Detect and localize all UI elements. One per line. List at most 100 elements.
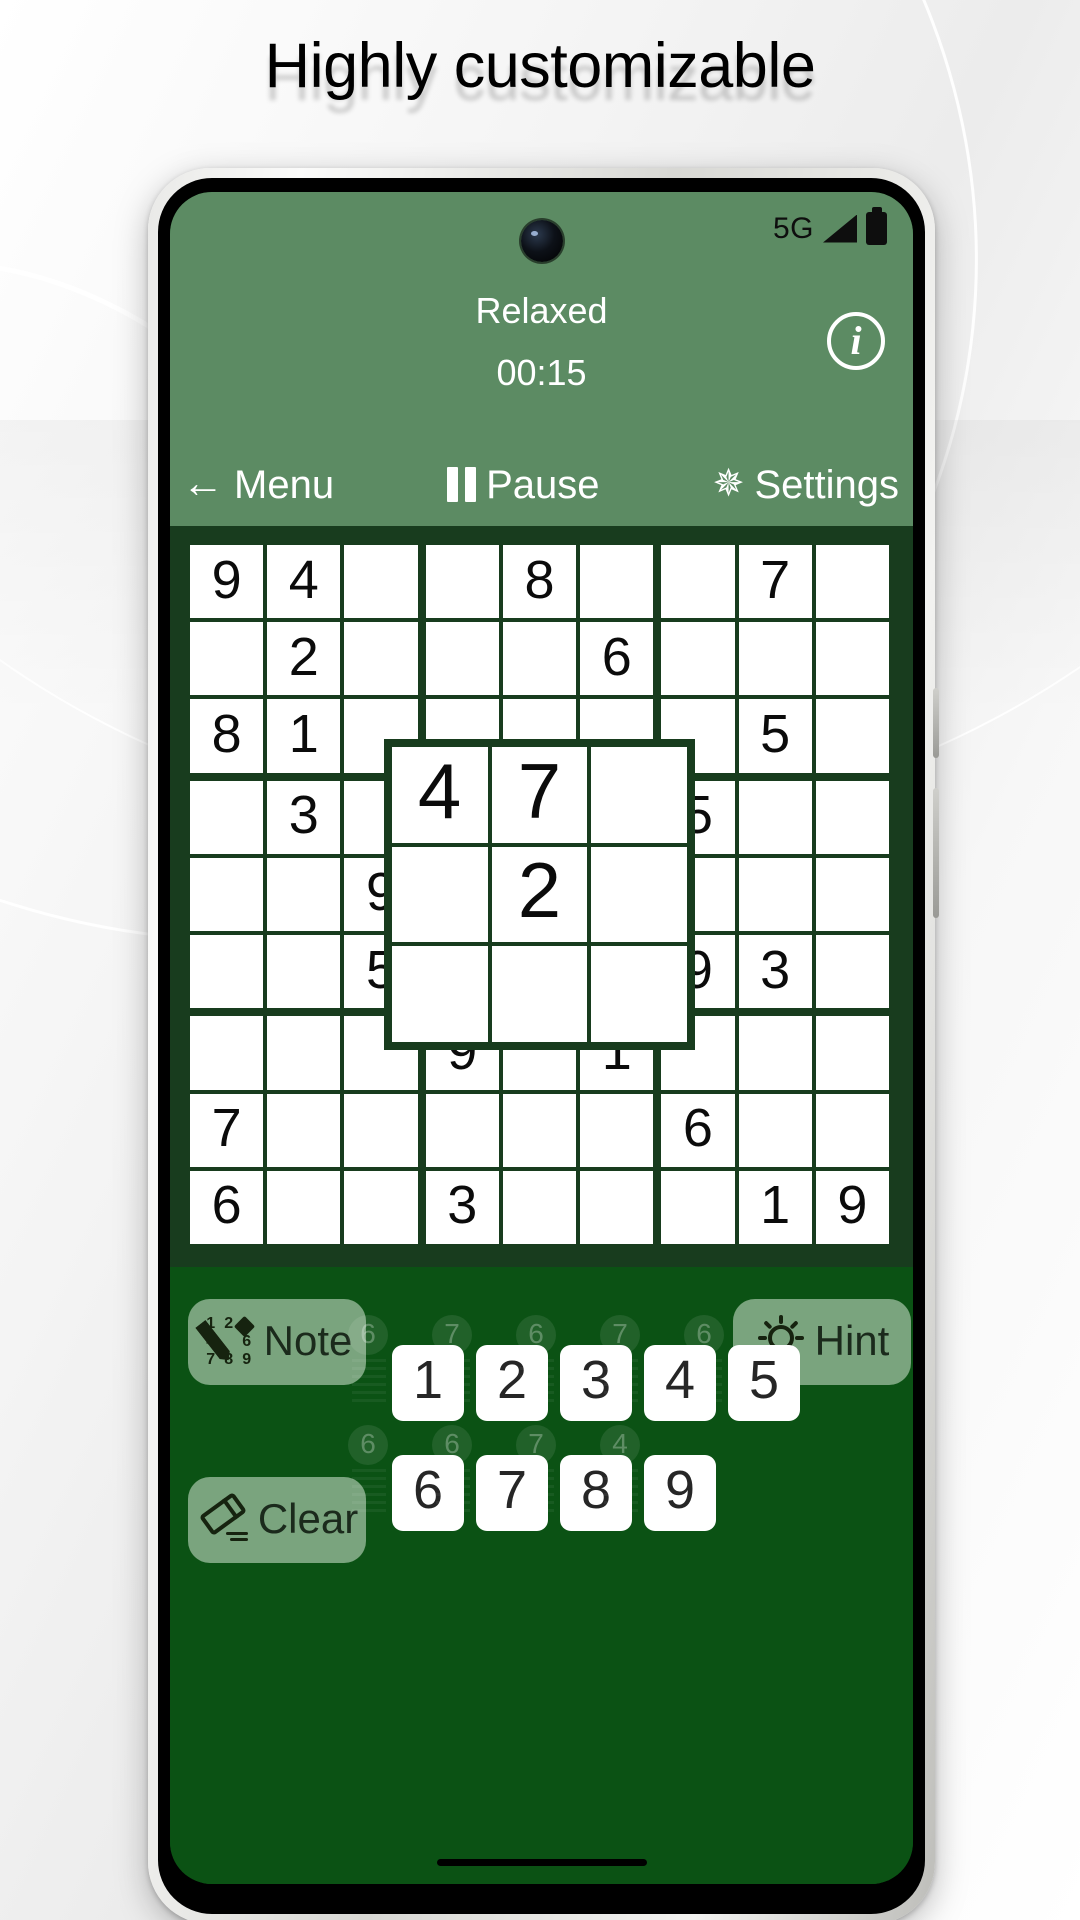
sudoku-board-container: 472 94872681534759259391766319	[170, 526, 913, 1267]
sudoku-cell[interactable]	[580, 1170, 654, 1244]
sudoku-cell[interactable]	[190, 1016, 264, 1090]
sudoku-cell[interactable]	[267, 935, 341, 1009]
sudoku-cell[interactable]	[738, 622, 812, 696]
sudoku-cell[interactable]: 1	[267, 699, 341, 773]
numpad-remaining-count: 6	[348, 1315, 388, 1355]
menu-button[interactable]: ← Menu	[182, 462, 334, 506]
sudoku-cell[interactable]	[190, 857, 264, 932]
sudoku-cell[interactable]	[425, 1093, 499, 1167]
sudoku-cell[interactable]	[267, 1016, 341, 1090]
sudoku-cell[interactable]	[815, 699, 889, 773]
sudoku-cell[interactable]: 3	[267, 780, 341, 854]
sudoku-cell[interactable]	[391, 846, 488, 943]
numpad-key-9[interactable]: 9	[644, 1455, 716, 1531]
sudoku-cell[interactable]	[815, 622, 889, 696]
battery-icon	[866, 207, 887, 245]
sudoku-cell[interactable]	[580, 545, 654, 619]
numpad-tick-marks	[352, 1469, 386, 1513]
sudoku-cell[interactable]: 7	[491, 746, 588, 843]
sudoku-cell[interactable]	[344, 1093, 418, 1167]
sudoku-cell-value: 4	[417, 746, 462, 835]
sudoku-cell[interactable]: 9	[815, 1170, 889, 1244]
sudoku-cell[interactable]	[738, 857, 812, 932]
numpad-remaining-count-value: 6	[360, 1428, 376, 1459]
settings-button[interactable]: ✵ Settings	[713, 465, 899, 505]
sudoku-cell[interactable]	[190, 780, 264, 854]
sudoku-cell[interactable]	[502, 622, 577, 696]
sudoku-cell[interactable]	[661, 545, 735, 619]
sudoku-cell[interactable]	[425, 622, 499, 696]
home-indicator	[436, 1859, 647, 1866]
front-camera-icon	[520, 220, 563, 262]
sudoku-cell[interactable]	[344, 622, 418, 696]
sudoku-cell[interactable]: 9	[190, 545, 264, 619]
sudoku-cell[interactable]	[591, 946, 688, 1043]
sudoku-cell[interactable]	[267, 1170, 341, 1244]
sudoku-cell[interactable]: 2	[267, 622, 341, 696]
numpad-remaining-count-value: 6	[360, 1318, 376, 1349]
sudoku-cell[interactable]	[815, 935, 889, 1009]
sudoku-cell[interactable]	[491, 946, 588, 1043]
sudoku-zoomed-block[interactable]: 47 2	[387, 742, 692, 1047]
sudoku-board[interactable]: 472 94872681534759259391766319	[170, 529, 913, 1263]
numpad-tick-marks	[352, 1359, 386, 1403]
sudoku-cell[interactable]	[815, 780, 889, 854]
sudoku-cell[interactable]: 6	[661, 1093, 735, 1167]
sudoku-cell[interactable]	[661, 622, 735, 696]
sudoku-cell[interactable]	[738, 780, 812, 854]
sudoku-cell[interactable]: 3	[738, 935, 812, 1009]
gear-icon: ✵	[712, 463, 745, 505]
sudoku-cell[interactable]	[344, 1170, 418, 1244]
clear-button[interactable]: Clear	[188, 1477, 366, 1563]
sudoku-cell[interactable]	[344, 545, 418, 619]
sudoku-cell[interactable]	[815, 1016, 889, 1090]
pause-button[interactable]: Pause	[447, 463, 600, 507]
sudoku-cell[interactable]: 3	[425, 1170, 499, 1244]
sudoku-cell[interactable]	[815, 1093, 889, 1167]
sudoku-cell[interactable]: 4	[391, 746, 488, 843]
sudoku-cell-value: 3	[760, 939, 791, 1000]
pause-button-label: Pause	[486, 463, 600, 507]
game-header: 5G Relaxed 00:15 i ← Menu Pause ✵ Settin…	[170, 192, 913, 526]
sudoku-cell[interactable]	[425, 545, 499, 619]
sudoku-cell[interactable]: 7	[738, 545, 812, 619]
sudoku-cell[interactable]	[738, 1093, 812, 1167]
sudoku-cell[interactable]: 7	[190, 1093, 264, 1167]
sudoku-cell-value: 4	[288, 549, 319, 610]
sudoku-cell-value: 6	[682, 1098, 713, 1159]
sudoku-cell[interactable]	[738, 1016, 812, 1090]
sudoku-cell[interactable]	[815, 545, 889, 619]
numpad-key-5[interactable]: 5	[728, 1345, 800, 1421]
sudoku-cell[interactable]	[661, 1170, 735, 1244]
sudoku-cell[interactable]: 2	[491, 846, 588, 943]
sudoku-cell[interactable]: 1	[738, 1170, 812, 1244]
sudoku-cell[interactable]: 8	[502, 545, 577, 619]
sudoku-cell-value: 9	[837, 1175, 868, 1236]
sudoku-cell[interactable]	[580, 1093, 654, 1167]
numpad-remaining-count-value: 7	[528, 1428, 544, 1459]
note-button[interactable]: 1246789 Note	[188, 1299, 366, 1385]
sudoku-cell[interactable]	[267, 857, 341, 932]
status-bar: 5G	[773, 207, 887, 245]
sudoku-cell[interactable]	[591, 746, 688, 843]
sudoku-cell[interactable]	[502, 1170, 577, 1244]
sudoku-cell[interactable]	[502, 1093, 577, 1167]
info-button[interactable]: i	[827, 312, 885, 370]
sudoku-cell[interactable]	[391, 946, 488, 1043]
sudoku-cell[interactable]	[190, 622, 264, 696]
sudoku-cell[interactable]	[267, 1093, 341, 1167]
sudoku-cell[interactable]	[591, 846, 688, 943]
sudoku-cell[interactable]: 8	[190, 699, 264, 773]
numpad-remaining-count: 6	[516, 1315, 556, 1355]
game-toolbar: ← Menu Pause ✵ Settings	[170, 452, 913, 518]
sudoku-cell[interactable]	[815, 857, 889, 932]
numpad-tick-marks	[436, 1359, 470, 1403]
sudoku-cell[interactable]: 6	[190, 1170, 264, 1244]
sudoku-cell[interactable]: 5	[738, 699, 812, 773]
numpad-remaining-count: 7	[600, 1315, 640, 1355]
sudoku-cell[interactable]: 4	[267, 545, 341, 619]
sudoku-cell[interactable]: 6	[580, 622, 654, 696]
sudoku-cell[interactable]	[190, 935, 264, 1009]
numpad-remaining-count: 4	[600, 1425, 640, 1465]
sudoku-cell-value: 8	[524, 549, 555, 610]
